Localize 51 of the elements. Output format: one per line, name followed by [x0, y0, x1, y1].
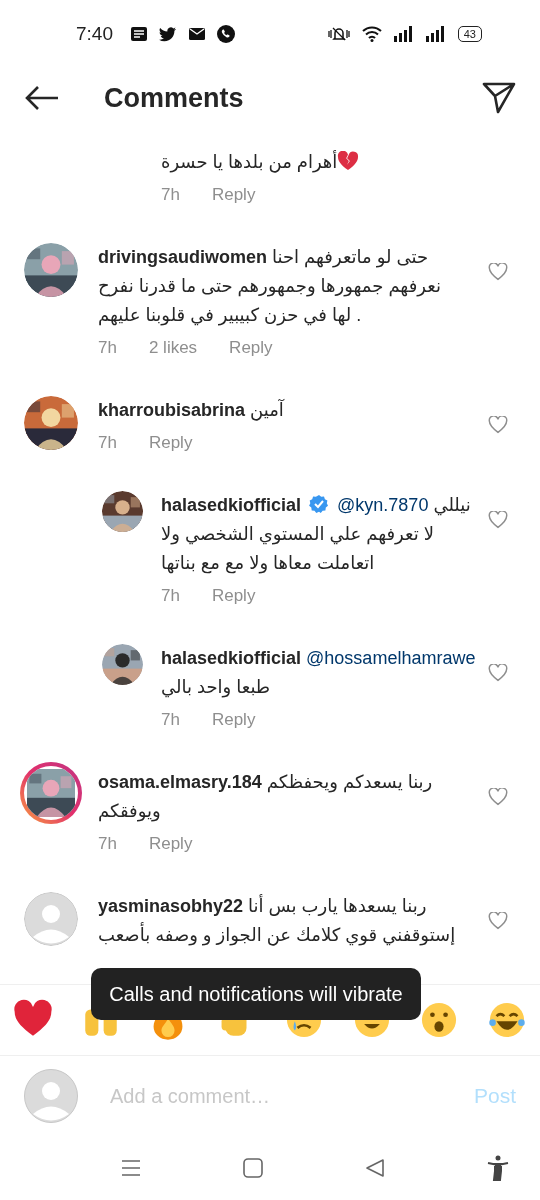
comment-time: 7h — [98, 338, 117, 358]
comment-time: 7h — [98, 834, 117, 854]
comment-time: 7h — [161, 710, 180, 730]
back-arrow-icon — [24, 85, 60, 112]
heart-icon — [488, 511, 508, 529]
comment-time: 7h — [161, 185, 180, 205]
like-button[interactable] — [488, 511, 508, 529]
home-square-icon[interactable] — [243, 1158, 263, 1178]
comment-text: أهرام من بلدها يا حسرة — [161, 148, 477, 177]
vibrate-toast: Calls and notifications will vibrate — [91, 968, 421, 1020]
message-icon — [131, 27, 147, 42]
mention-link[interactable]: @hossamelhamrawe — [306, 648, 476, 668]
username-link[interactable]: osama.elmasry.184 — [98, 772, 262, 792]
vibrate-icon — [327, 26, 350, 43]
mail-icon — [189, 28, 205, 41]
phone-icon — [217, 25, 235, 44]
comment-time: 7h — [161, 586, 180, 606]
wifi-icon — [361, 26, 382, 43]
username-link[interactable]: kharroubisabrina — [98, 400, 246, 420]
heart-icon — [488, 788, 508, 806]
heart-icon — [488, 416, 508, 434]
comment-time: 7h — [98, 433, 117, 453]
like-button[interactable] — [488, 664, 508, 682]
verified-badge-icon — [309, 494, 330, 514]
menu-icon[interactable] — [121, 1159, 141, 1177]
like-button[interactable] — [488, 912, 508, 930]
battery-level: 43 — [457, 26, 482, 43]
username-link[interactable]: yasminasobhy22 — [98, 896, 244, 916]
paper-plane-icon — [482, 82, 516, 115]
username-link[interactable]: halasedkiofficial — [161, 648, 302, 668]
signal-icon — [393, 26, 414, 43]
bird-icon — [159, 26, 177, 42]
heart-icon — [488, 912, 508, 930]
like-button[interactable] — [488, 788, 508, 806]
accessibility-icon[interactable] — [487, 1155, 509, 1181]
default-avatar-icon — [24, 1069, 78, 1123]
heart-icon — [488, 664, 508, 682]
username-link[interactable]: drivingsaudiwomen — [98, 247, 268, 267]
like-button[interactable] — [488, 416, 508, 434]
signal-icon — [425, 26, 446, 43]
like-button[interactable] — [488, 263, 508, 281]
status-time: 7:40 — [76, 23, 113, 46]
heart-icon — [488, 263, 508, 281]
mention-link[interactable]: @kyn.7870 — [337, 495, 429, 515]
broken-heart-icon — [337, 151, 360, 171]
share-button[interactable] — [482, 82, 516, 115]
back-button[interactable] — [24, 85, 60, 112]
default-avatar-icon — [24, 892, 78, 946]
username-link[interactable]: halasedkiofficial — [161, 495, 302, 515]
back-triangle-icon[interactable] — [365, 1158, 385, 1178]
page-title: Comments — [104, 82, 245, 114]
